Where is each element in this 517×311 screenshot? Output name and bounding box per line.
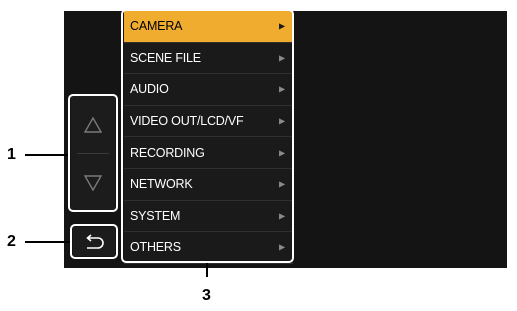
menu-item-scene-file[interactable]: SCENE FILE ▶ (124, 42, 293, 75)
triangle-down-outline-icon (83, 174, 103, 191)
menu-item-label: AUDIO (130, 82, 169, 97)
callout-line-1 (25, 154, 68, 156)
menu-item-label: VIDEO OUT/LCD/VF (130, 114, 244, 129)
return-arrow-icon (86, 233, 104, 249)
menu-item-label: SYSTEM (130, 208, 181, 223)
main-menu-list: CAMERA ▶ SCENE FILE ▶ AUDIO ▶ VIDEO OUT/… (124, 11, 293, 264)
menu-item-network[interactable]: NETWORK ▶ (124, 168, 293, 201)
menu-item-label: RECORDING (130, 145, 205, 160)
menu-item-camera[interactable]: CAMERA ▶ (124, 11, 293, 43)
menu-item-system[interactable]: SYSTEM ▶ (124, 200, 293, 233)
callout-label-2: 2 (7, 233, 16, 250)
triangle-right-icon: ▶ (279, 179, 285, 189)
callout-label-1: 1 (7, 146, 16, 163)
callout-label-3: 3 (202, 287, 211, 304)
triangle-right-icon: ▶ (279, 53, 285, 63)
menu-item-others[interactable]: OTHERS ▶ (124, 232, 293, 264)
menu-item-label: CAMERA (130, 19, 183, 34)
menu-item-audio[interactable]: AUDIO ▶ (124, 74, 293, 106)
triangle-right-icon: ▶ (279, 211, 285, 221)
triangle-right-icon: ▶ (279, 242, 285, 252)
menu-item-label: OTHERS (130, 240, 181, 255)
triangle-right-icon: ▶ (279, 84, 285, 94)
scroll-buttons (71, 96, 115, 211)
triangle-right-icon: ▶ (279, 116, 285, 126)
triangle-right-icon: ▶ (279, 148, 285, 158)
menu-item-label: NETWORK (130, 177, 193, 192)
triangle-up-outline-icon (83, 116, 103, 133)
scroll-up-button[interactable] (71, 96, 115, 153)
menu-item-video-out-lcd-vf[interactable]: VIDEO OUT/LCD/VF ▶ (124, 105, 293, 138)
menu-item-label: SCENE FILE (130, 50, 201, 65)
triangle-right-icon: ▶ (279, 21, 285, 31)
back-button[interactable] (73, 227, 115, 256)
scroll-down-button[interactable] (71, 154, 115, 211)
callout-line-3 (206, 263, 208, 277)
menu-item-recording[interactable]: RECORDING ▶ (124, 137, 293, 169)
callout-line-2 (25, 241, 70, 243)
